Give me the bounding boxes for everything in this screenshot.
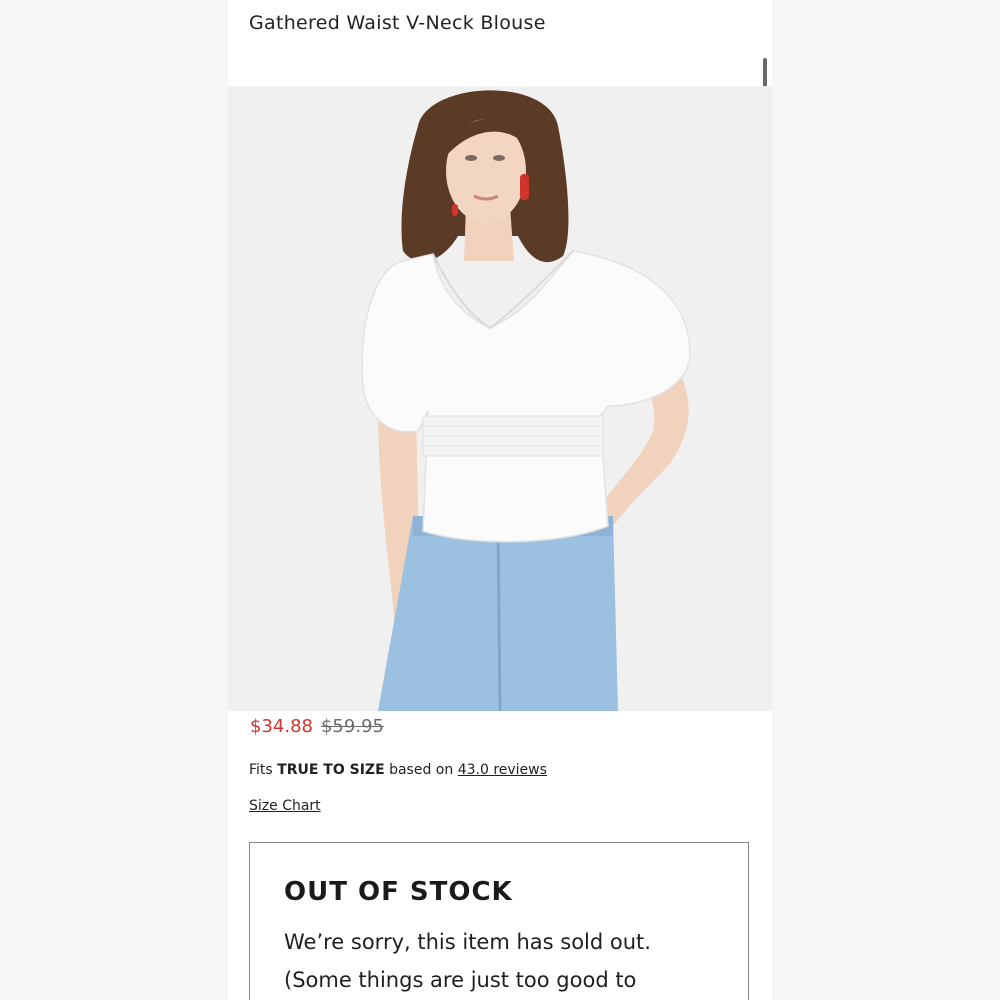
size-chart-link[interactable]: Size Chart: [249, 798, 321, 814]
product-page: Gathered Waist V-Neck Blouse $34.88 $59.…: [228, 0, 772, 1000]
product-image[interactable]: [228, 86, 772, 711]
model-photo-illustration: [228, 86, 772, 711]
right-blurred-margin: [772, 0, 1000, 1000]
price-row: $34.88 $59.95: [250, 716, 384, 737]
product-title: Gathered Waist V-Neck Blouse: [249, 12, 546, 34]
fit-label: TRUE TO SIZE: [277, 762, 385, 778]
fit-summary: Fits TRUE TO SIZE based on 43.0 reviews: [249, 762, 547, 778]
reviews-link[interactable]: 43.0 reviews: [458, 762, 547, 778]
fit-prefix: Fits: [249, 762, 273, 778]
out-of-stock-message: We’re sorry, this item has sold out. (So…: [284, 930, 651, 992]
original-price: $59.95: [320, 716, 384, 737]
out-of-stock-title: OUT OF STOCK: [284, 877, 513, 907]
fit-middle-text: based on: [389, 762, 454, 778]
sale-price: $34.88: [250, 716, 313, 737]
left-blurred-margin: [0, 0, 228, 1000]
out-of-stock-notice: OUT OF STOCK We’re sorry, this item has …: [249, 842, 749, 1000]
